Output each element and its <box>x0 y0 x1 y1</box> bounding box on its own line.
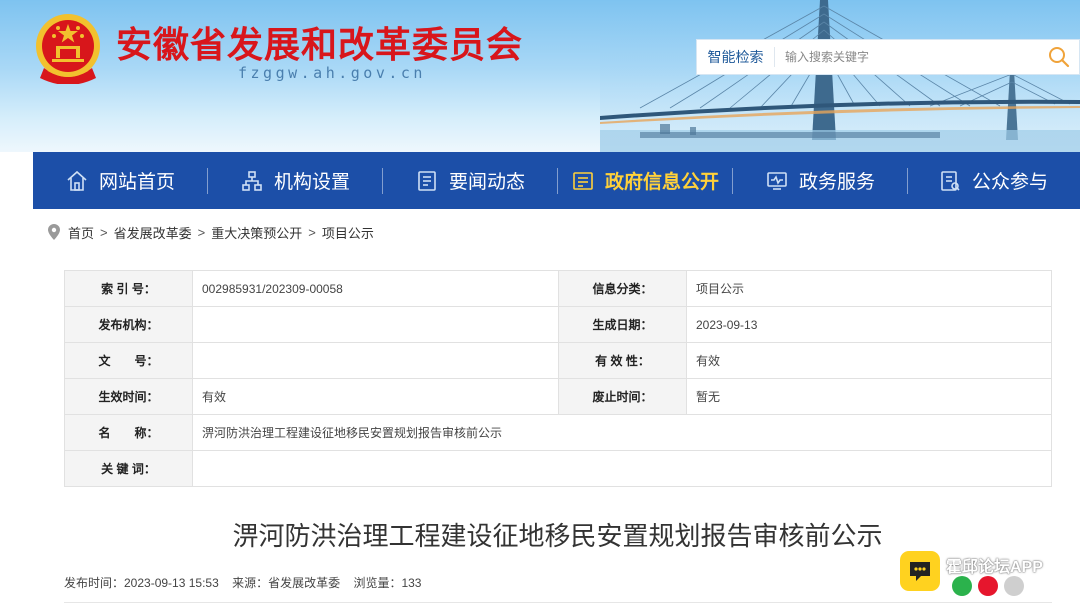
breadcrumb: 首页 > 省发展改革委 > 重大决策预公开 > 项目公示 <box>48 222 374 242</box>
publisher-label: 发布机构： <box>64 306 193 343</box>
search-button[interactable] <box>1039 40 1079 74</box>
share-icons <box>952 576 1024 596</box>
chat-bubble-icon <box>900 551 940 591</box>
bridge-banner-image <box>600 0 1080 152</box>
disclosure-icon <box>571 169 595 193</box>
table-row: 关 键 词： <box>64 450 1052 487</box>
org-icon <box>240 169 264 193</box>
site-title: 安徽省发展和改革委员会 <box>116 25 524 66</box>
validity-label: 有 效 性： <box>558 342 687 379</box>
document-name-label: 名 称： <box>64 414 193 451</box>
news-icon <box>415 169 439 193</box>
breadcrumb-decision[interactable]: 重大决策预公开 <box>211 223 302 242</box>
search-box: 智能检索 <box>696 39 1080 75</box>
table-row: 生效时间： 有效 废止时间： 暂无 <box>64 378 1052 415</box>
site-domain: fzggw.ah.gov.cn <box>238 64 426 82</box>
search-input[interactable] <box>775 40 1039 74</box>
national-emblem-logo <box>36 14 100 84</box>
weibo-icon <box>978 576 998 596</box>
table-row: 索 引 号： 002985931/202309-00058 信息分类： 项目公示 <box>64 270 1052 307</box>
validity-value: 有效 <box>686 342 1052 379</box>
document-number-label: 文 号： <box>64 342 193 379</box>
effective-time-label: 生效时间： <box>64 378 193 415</box>
nav-label: 要闻动态 <box>448 172 525 193</box>
category-value: 项目公示 <box>686 270 1052 307</box>
document-name-value: 淠河防洪治理工程建设征地移民安置规划报告审核前公示 <box>192 414 1052 451</box>
keywords-value <box>192 450 1052 487</box>
home-icon <box>65 169 89 193</box>
document-number-value <box>192 342 559 379</box>
wechat-icon <box>952 576 972 596</box>
view-count: 浏览量：133 <box>353 576 422 590</box>
nav-item-government-services[interactable]: 政务服务 <box>733 152 907 209</box>
category-label: 信息分类： <box>558 270 687 307</box>
table-row: 发布机构： 生成日期： 2023-09-13 <box>64 306 1052 343</box>
main-nav: 网站首页 机构设置 要闻动态 政府信息公开 政务服务 公众参与 <box>33 152 1080 209</box>
breadcrumb-separator: > <box>197 224 206 240</box>
other-share-icon <box>1004 576 1024 596</box>
service-icon <box>765 169 789 193</box>
nav-item-government-disclosure[interactable]: 政府信息公开 <box>558 152 732 209</box>
index-number-value: 002985931/202309-00058 <box>192 270 559 307</box>
nav-label: 政务服务 <box>798 172 875 193</box>
created-date-label: 生成日期： <box>558 306 687 343</box>
search-icon <box>1049 47 1070 68</box>
table-row: 名 称： 淠河防洪治理工程建设征地移民安置规划报告审核前公示 <box>64 414 1052 451</box>
created-date-value: 2023-09-13 <box>686 306 1052 343</box>
breadcrumb-separator: > <box>100 224 108 240</box>
app-watermark: 霍邱论坛APP <box>900 551 1080 607</box>
nav-label: 公众参与 <box>971 172 1048 193</box>
publish-time: 发布时间：2023-09-13 15:53 <box>64 576 219 590</box>
breadcrumb-current[interactable]: 项目公示 <box>322 223 374 242</box>
keywords-label: 关 键 词： <box>64 450 193 487</box>
participate-icon <box>938 169 962 193</box>
effective-time-value: 有效 <box>192 378 559 415</box>
nav-item-organization[interactable]: 机构设置 <box>208 152 382 209</box>
publisher-value <box>192 306 559 343</box>
watermark-text: 霍邱论坛APP <box>946 559 1043 576</box>
breadcrumb-commission[interactable]: 省发展改革委 <box>114 223 192 242</box>
nav-item-public-participation[interactable]: 公众参与 <box>908 152 1078 209</box>
index-number-label: 索 引 号： <box>64 270 193 307</box>
breadcrumb-separator: > <box>308 224 316 240</box>
nav-item-home[interactable]: 网站首页 <box>33 152 207 209</box>
table-row: 文 号： 有 效 性： 有效 <box>64 342 1052 379</box>
site-header: 安徽省发展和改革委员会 fzggw.ah.gov.cn 智能检索 <box>0 0 1080 152</box>
nav-label: 网站首页 <box>98 172 175 193</box>
nav-label: 机构设置 <box>273 172 350 193</box>
search-type-label[interactable]: 智能检索 <box>697 47 775 67</box>
repeal-time-label: 废止时间： <box>558 378 687 415</box>
article-meta: 发布时间：2023-09-13 15:53 来源：省发展改革委 浏览量：133 <box>64 574 431 591</box>
location-pin-icon <box>48 224 60 240</box>
nav-item-news[interactable]: 要闻动态 <box>383 152 557 209</box>
article-source: 来源：省发展改革委 <box>232 576 341 590</box>
nav-label: 政府信息公开 <box>604 172 719 193</box>
document-info-table: 索 引 号： 002985931/202309-00058 信息分类： 项目公示… <box>64 270 1052 487</box>
breadcrumb-home[interactable]: 首页 <box>68 223 94 242</box>
article-title: 淠河防洪治理工程建设征地移民安置规划报告审核前公示 <box>232 522 883 552</box>
repeal-time-value: 暂无 <box>686 378 1052 415</box>
